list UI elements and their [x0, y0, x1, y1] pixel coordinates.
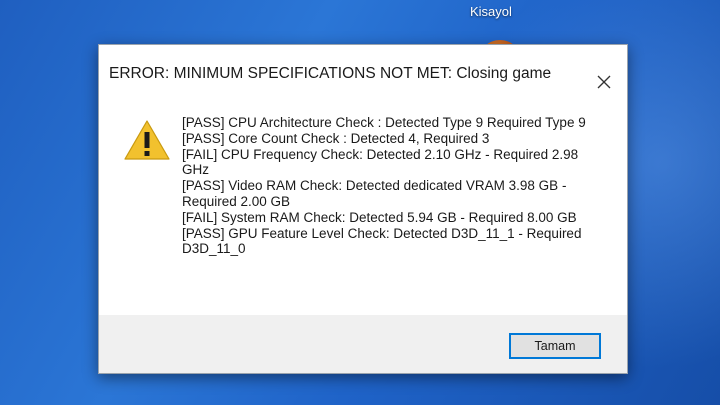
desktop-shortcut-label[interactable]: Kisayol	[470, 4, 512, 19]
error-dialog: ERROR: MINIMUM SPECIFICATIONS NOT MET: C…	[98, 44, 628, 374]
check-line-system-ram: [FAIL] System RAM Check: Detected 5.94 G…	[182, 209, 577, 225]
check-line-video-ram: [PASS] Video RAM Check: Detected dedicat…	[182, 178, 567, 209]
warning-icon	[123, 119, 171, 161]
dialog-content: [PASS] CPU Architecture Check : Detected…	[99, 101, 627, 315]
check-line-cpu-architecture: [PASS] CPU Architecture Check : Detected…	[182, 115, 586, 130]
check-line-gpu-feature-level: [PASS] GPU Feature Level Check: Detected…	[182, 225, 582, 257]
ok-button[interactable]: Tamam	[509, 333, 601, 359]
dialog-title-bar[interactable]: ERROR: MINIMUM SPECIFICATIONS NOT MET: C…	[99, 45, 627, 101]
error-message: [PASS] CPU Architecture Check : Detected…	[182, 115, 592, 257]
dialog-footer: Tamam	[99, 315, 627, 373]
close-icon[interactable]	[595, 73, 613, 91]
check-line-cpu-frequency: [FAIL] CPU Frequency Check: Detected 2.1…	[182, 146, 579, 178]
check-line-core-count: [PASS] Core Count Check : Detected 4, Re…	[182, 130, 490, 146]
dialog-title: ERROR: MINIMUM SPECIFICATIONS NOT MET: C…	[109, 65, 552, 82]
